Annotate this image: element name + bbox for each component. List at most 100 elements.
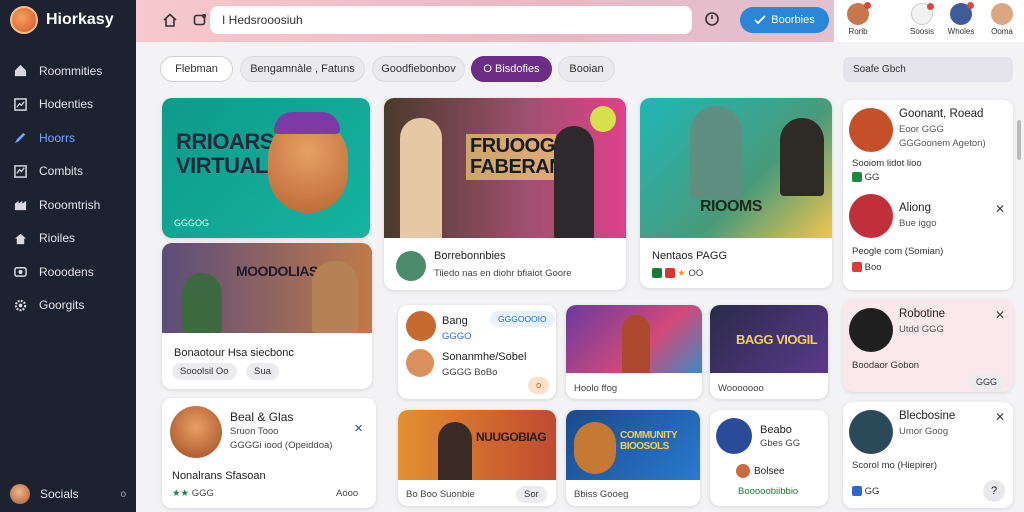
person-figure	[182, 273, 222, 333]
check-icon	[754, 15, 766, 25]
list-card[interactable]: Bang GGGO GGGOOOIO Sonanmhe/Sobel GGGG B…	[398, 305, 556, 399]
user-1[interactable]: Soosis	[902, 3, 942, 36]
person-figure	[780, 118, 824, 196]
user-3[interactable]: Ooma	[982, 3, 1022, 36]
avatar	[10, 484, 30, 504]
thumb-title: BAGG VIOGIL	[736, 332, 818, 347]
card-meta: Bo Boo Suonbie	[406, 489, 475, 500]
person-figure	[312, 261, 358, 333]
avatar	[406, 311, 436, 341]
brand[interactable]: Hiorkasy	[10, 6, 114, 34]
star-icon: ★★	[172, 488, 190, 499]
video-card-0[interactable]: RRIOARS VIRTUAL GGGOG	[162, 98, 370, 238]
chip-3[interactable]: O Bisdofies	[471, 56, 552, 82]
person-figure	[554, 126, 594, 238]
home-button[interactable]	[158, 9, 182, 31]
item-title: Sonanmhe/Sobel	[442, 351, 527, 363]
user-0[interactable]: Rorib	[838, 2, 878, 36]
sidebar-item-0[interactable]: Roommities	[0, 54, 136, 88]
primary-action-button[interactable]: Boorbies	[740, 7, 829, 33]
person-figure	[438, 422, 472, 480]
mascot-illustration	[574, 422, 616, 474]
video-card-5[interactable]: Hoolo ffog	[566, 305, 702, 399]
panel-line: GG	[852, 172, 879, 183]
user-2[interactable]: Wholes	[941, 2, 981, 36]
notification-button[interactable]	[703, 9, 723, 29]
sidebar-item-3[interactable]: Combits	[0, 155, 136, 189]
panel-line: Sooiom lidot lioo	[852, 158, 922, 169]
search-input[interactable]: I Hedsrooosiuh	[210, 6, 692, 34]
chip-0[interactable]: Flebman	[160, 56, 233, 82]
sidebar-item-label: Rioiles	[39, 231, 76, 246]
thumbnail: FRUOOG FABERAN	[384, 98, 626, 238]
cta-label: Boorbies	[771, 14, 815, 26]
online-users: Rorib Soosis Wholes Ooma	[834, 0, 1024, 42]
profile-stars: ★★ GGG	[172, 488, 214, 499]
item-sub: GGGG BoBo	[442, 367, 498, 378]
panel-line: Boo	[852, 262, 882, 273]
chip-2[interactable]: Goodfiebonbov	[372, 56, 465, 82]
panel-sub: Bue iggo	[899, 218, 937, 229]
video-card-8[interactable]: NUUGOBIAG Bo Boo Suonbie Sor	[398, 410, 556, 506]
card-title: Bonaotour Hsa siecbonc	[174, 347, 294, 359]
close-icon[interactable]: ✕	[995, 202, 1005, 216]
list-card[interactable]: Beabo Gbes GG Bolsee Booooobiibbio	[710, 410, 828, 506]
video-card-3[interactable]: RIOOMS Nentaos PAGG ★ OO	[640, 98, 832, 288]
card-pill: Sor	[516, 486, 547, 503]
sidebar-item-1[interactable]: Hodenties	[0, 88, 136, 122]
avatar	[736, 464, 750, 478]
sidebar-item-label: Hoorrs	[39, 130, 76, 145]
sidebar-item-6[interactable]: Rooodens	[0, 255, 136, 289]
sidebar-item-4[interactable]: Rooomtrish	[0, 188, 136, 222]
channel-icon	[664, 268, 675, 279]
profile-footer[interactable]: Socials o	[10, 484, 126, 504]
help-icon[interactable]: ?	[983, 480, 1005, 502]
profile-option[interactable]: o	[120, 489, 126, 500]
share-button[interactable]	[188, 9, 212, 31]
sidebar-item-5[interactable]: Rioiles	[0, 222, 136, 256]
item-sub: GGGO	[442, 331, 472, 342]
avatar	[849, 308, 893, 352]
item-title: Bang	[442, 315, 468, 327]
sidebar-item-7[interactable]: Goorgits	[0, 289, 136, 323]
status-dot	[864, 2, 871, 9]
panel-line: Scorol mo (Hiepirer)	[852, 460, 937, 471]
character-figure	[622, 315, 650, 373]
chip-4[interactable]: Booian	[558, 56, 615, 82]
sidebar: Hiorkasy Roommities Hodenties Hoorrs Com…	[0, 0, 136, 512]
scrollbar[interactable]	[1017, 120, 1021, 160]
profile-card[interactable]: Beal & Glas Sruon Tooo GGGGi iood (Opeid…	[162, 398, 376, 508]
video-card-6[interactable]: BAGG VIOGIL Wooooooo	[710, 305, 828, 399]
card-meta-text: OO	[688, 268, 704, 279]
profile-name: Beal & Glas	[230, 410, 294, 424]
video-card-2[interactable]: FRUOOG FABERAN Borrebonnbies Tiiedo nas …	[384, 98, 626, 290]
panel-card-0[interactable]: Goonant, Roead Eoor GGG GGGoonem Ageton)…	[843, 100, 1013, 290]
sidebar-item-label: Hodenties	[39, 97, 94, 112]
avatar	[716, 418, 752, 454]
card-meta: ★ OO	[652, 268, 703, 279]
panel-sub: Umor Goog	[899, 426, 949, 437]
sidebar-item-2[interactable]: Hoorrs	[0, 121, 136, 155]
panel-name: Blecbosine	[899, 410, 956, 422]
share-icon	[193, 14, 206, 26]
thumbnail: RIOOMS	[640, 98, 832, 238]
status-icon	[852, 486, 862, 497]
video-card-9[interactable]: COMMUNITY BIOOSOLS Bbiss Gooeg	[566, 410, 700, 506]
close-icon[interactable]: ✕	[995, 308, 1005, 322]
panel-line: GG	[852, 486, 879, 497]
sidebar-item-label: Combits	[39, 164, 84, 179]
item-sub: Booooobiibbio	[738, 486, 799, 497]
card-title: Borrebonnbies	[434, 250, 506, 262]
item-pill: o	[528, 377, 550, 394]
close-icon[interactable]: ✕	[995, 410, 1005, 424]
chip-1[interactable]: Bengamnàle , Fatuns	[240, 56, 365, 82]
panel-line-text: GG	[864, 172, 880, 183]
panel-card-3[interactable]: Blecbosine Umor Goog ✕ Scorol mo (Hiepir…	[843, 402, 1013, 508]
panel-search-input[interactable]: Soafe Gbch	[843, 57, 1013, 82]
avatar	[170, 406, 222, 458]
panel-card-2[interactable]: Robotine Utdd GGG ✕ Boodaor Gobon GGG	[843, 300, 1013, 392]
x-icon[interactable]: ✕	[354, 422, 363, 435]
video-card-1[interactable]: MOODOLIAS Bonaotour Hsa siecbonc Sooolsi…	[162, 243, 372, 389]
user-label: Wholes	[947, 27, 975, 36]
mascot-hat	[274, 112, 340, 134]
